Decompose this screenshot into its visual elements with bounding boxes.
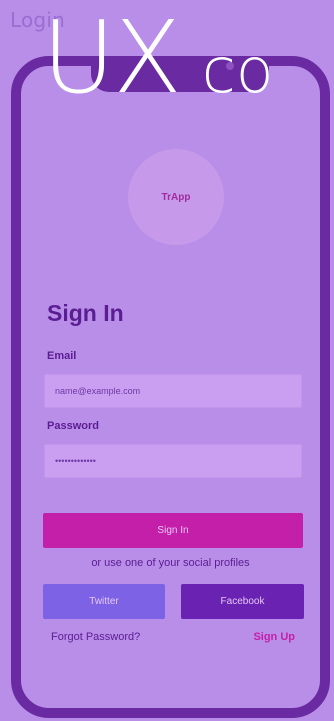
password-field[interactable]: ••••••••••••• — [44, 444, 302, 478]
app-logo-text: TrApp — [161, 191, 191, 203]
email-field[interactable]: name@example.com — [44, 374, 302, 408]
twitter-button[interactable]: Twitter — [43, 584, 165, 619]
signin-button-label: Sign In — [157, 525, 189, 536]
overlay-text: UX co — [42, 8, 274, 108]
phone-frame: TrApp Sign In Email name@example.com Pas… — [11, 56, 330, 718]
email-label: Email — [47, 350, 77, 362]
facebook-button[interactable]: Facebook — [181, 584, 304, 619]
password-label: Password — [47, 420, 99, 432]
email-placeholder: name@example.com — [55, 386, 141, 396]
overlay-text-big: UX — [42, 0, 182, 116]
overlay-text-small: co — [201, 34, 274, 107]
social-profiles-text: or use one of your social profiles — [91, 557, 250, 569]
facebook-button-label: Facebook — [220, 596, 265, 607]
app-logo: TrApp — [128, 149, 224, 245]
signin-button[interactable]: Sign In — [43, 513, 303, 548]
signin-heading: Sign In — [47, 300, 124, 326]
signup-link[interactable]: Sign Up — [253, 631, 295, 643]
twitter-button-label: Twitter — [89, 596, 119, 607]
password-value: ••••••••••••• — [55, 456, 96, 466]
forgot-password-link[interactable]: Forgot Password? — [51, 631, 140, 643]
